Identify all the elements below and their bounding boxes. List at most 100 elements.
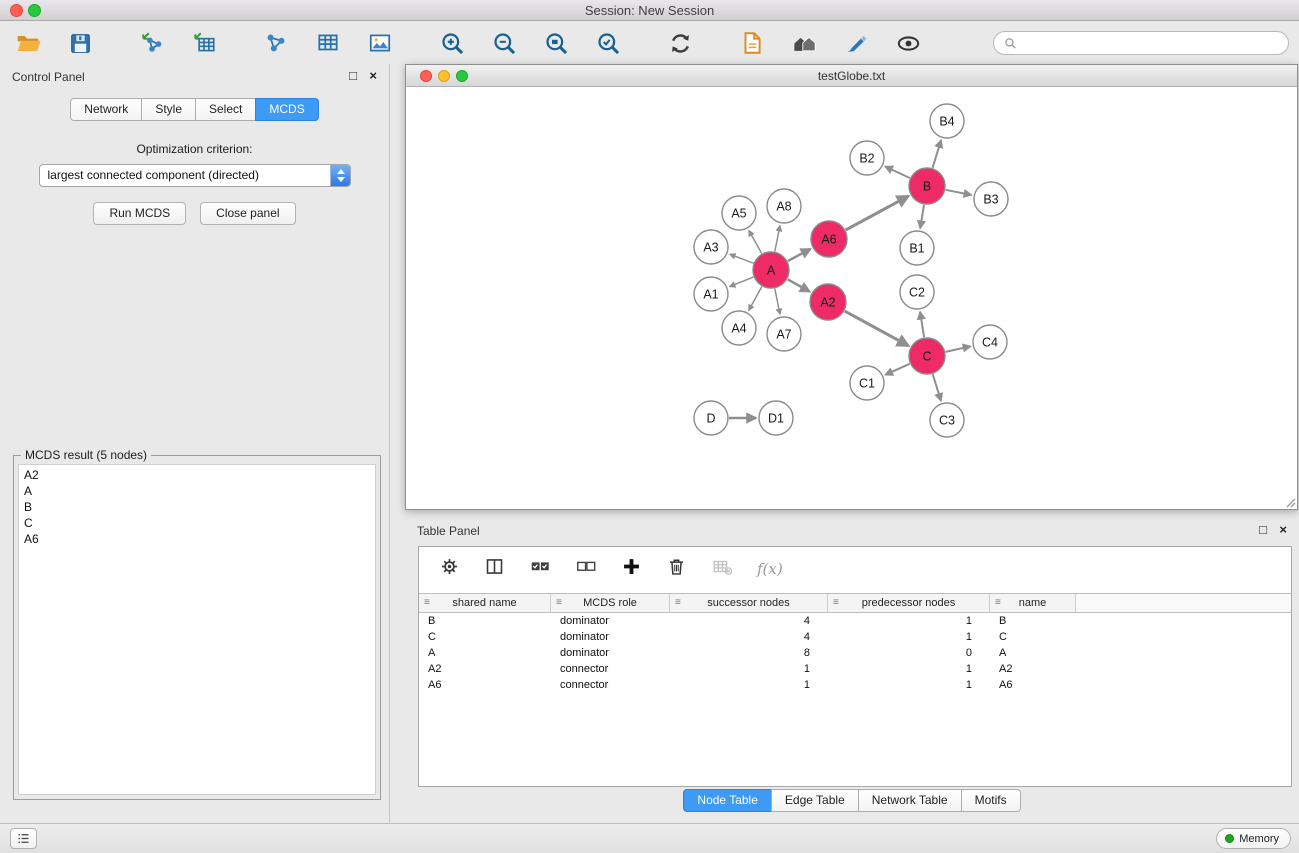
open-document-button[interactable] bbox=[736, 26, 768, 60]
column-header-shared-name[interactable]: ≡shared name bbox=[419, 594, 551, 612]
column-header-predecessor-nodes[interactable]: ≡predecessor nodes bbox=[828, 594, 990, 612]
table-tab-motifs[interactable]: Motifs bbox=[961, 789, 1021, 812]
edge-B-B3[interactable] bbox=[946, 190, 972, 195]
node-A4[interactable]: A4 bbox=[722, 311, 756, 345]
cell-predecessor-nodes[interactable]: 1 bbox=[828, 631, 990, 643]
network-close-icon[interactable] bbox=[420, 70, 432, 82]
new-network-button[interactable] bbox=[260, 26, 292, 60]
cell-name[interactable]: A bbox=[990, 647, 1076, 659]
edge-A6-B[interactable] bbox=[846, 196, 909, 230]
close-table-panel-icon[interactable]: × bbox=[1279, 523, 1287, 537]
cell-successor-nodes[interactable]: 4 bbox=[670, 631, 828, 643]
cell-mcds-role[interactable]: dominator bbox=[551, 615, 670, 627]
node-B1[interactable]: B1 bbox=[900, 231, 934, 265]
mcds-result-list[interactable]: A2ABCA6 bbox=[18, 464, 376, 795]
edge-A-A4[interactable] bbox=[749, 287, 762, 311]
node-C1[interactable]: C1 bbox=[850, 366, 884, 400]
cell-successor-nodes[interactable]: 8 bbox=[670, 647, 828, 659]
cell-shared-name[interactable]: A6 bbox=[419, 679, 551, 691]
cell-predecessor-nodes[interactable]: 0 bbox=[828, 647, 990, 659]
save-session-button[interactable] bbox=[64, 26, 96, 60]
result-item-a2[interactable]: A2 bbox=[24, 467, 370, 483]
edge-A-A2[interactable] bbox=[788, 279, 810, 291]
home-view-button[interactable] bbox=[788, 26, 820, 60]
result-item-c[interactable]: C bbox=[24, 515, 370, 531]
cell-mcds-role[interactable]: connector bbox=[551, 663, 670, 675]
resize-grip-icon[interactable] bbox=[1285, 497, 1296, 508]
close-window-button[interactable] bbox=[10, 4, 23, 17]
node-C4[interactable]: C4 bbox=[973, 325, 1007, 359]
result-item-a6[interactable]: A6 bbox=[24, 531, 370, 547]
node-D1[interactable]: D1 bbox=[759, 401, 793, 435]
task-history-button[interactable] bbox=[10, 828, 37, 849]
table-row[interactable]: Bdominator41B bbox=[419, 613, 1291, 629]
close-panel-icon[interactable]: × bbox=[369, 69, 377, 83]
cell-name[interactable]: C bbox=[990, 631, 1076, 643]
result-item-b[interactable]: B bbox=[24, 499, 370, 515]
table-settings-button[interactable] bbox=[439, 556, 460, 582]
node-A7[interactable]: A7 bbox=[767, 317, 801, 351]
edge-A-A6[interactable] bbox=[788, 249, 811, 261]
zoom-in-button[interactable] bbox=[436, 26, 468, 60]
table-tab-network-table[interactable]: Network Table bbox=[858, 789, 962, 812]
edge-A2-C[interactable] bbox=[845, 311, 909, 346]
table-row[interactable]: A6connector11A6 bbox=[419, 677, 1291, 693]
memory-button[interactable]: Memory bbox=[1216, 828, 1291, 849]
search-input[interactable] bbox=[1023, 35, 1278, 51]
cell-successor-nodes[interactable]: 1 bbox=[670, 679, 828, 691]
edge-B-B2[interactable] bbox=[885, 167, 910, 179]
cell-predecessor-nodes[interactable]: 1 bbox=[828, 679, 990, 691]
import-network-button[interactable] bbox=[136, 26, 168, 60]
node-A1[interactable]: A1 bbox=[694, 277, 728, 311]
tab-style[interactable]: Style bbox=[141, 98, 196, 121]
edge-A-A8[interactable] bbox=[775, 226, 780, 252]
edge-B-B1[interactable] bbox=[920, 205, 924, 229]
cell-successor-nodes[interactable]: 4 bbox=[670, 615, 828, 627]
optimization-dropdown[interactable]: largest connected component (directed) bbox=[39, 164, 351, 187]
edge-A-A5[interactable] bbox=[749, 230, 762, 253]
result-item-a[interactable]: A bbox=[24, 483, 370, 499]
column-header-successor-nodes[interactable]: ≡successor nodes bbox=[670, 594, 828, 612]
node-A[interactable]: A bbox=[753, 252, 789, 288]
node-B2[interactable]: B2 bbox=[850, 141, 884, 175]
table-row[interactable]: A2connector11A2 bbox=[419, 661, 1291, 677]
float-panel-icon[interactable]: □ bbox=[349, 69, 357, 83]
cell-shared-name[interactable]: A2 bbox=[419, 663, 551, 675]
unselect-all-button[interactable] bbox=[575, 556, 597, 583]
close-panel-button[interactable]: Close panel bbox=[200, 202, 295, 225]
edge-B-B4[interactable] bbox=[933, 140, 942, 168]
node-C[interactable]: C bbox=[909, 338, 945, 374]
column-header-mcds-role[interactable]: ≡MCDS role bbox=[551, 594, 670, 612]
new-table-button[interactable] bbox=[312, 26, 344, 60]
select-all-button[interactable] bbox=[529, 556, 551, 583]
node-A3[interactable]: A3 bbox=[694, 230, 728, 264]
network-graph[interactable]: B4B2BB3A5A8A6A3B1AC2A1A2A4A7C4CC1C3DD1 bbox=[406, 88, 1297, 509]
node-A5[interactable]: A5 bbox=[722, 196, 756, 230]
cell-mcds-role[interactable]: dominator bbox=[551, 631, 670, 643]
cell-shared-name[interactable]: C bbox=[419, 631, 551, 643]
zoom-fit-button[interactable] bbox=[540, 26, 572, 60]
edge-C-C4[interactable] bbox=[946, 346, 971, 352]
tab-select[interactable]: Select bbox=[195, 98, 256, 121]
zoom-out-button[interactable] bbox=[488, 26, 520, 60]
table-tab-node-table[interactable]: Node Table bbox=[683, 789, 772, 812]
node-D[interactable]: D bbox=[694, 401, 728, 435]
cell-shared-name[interactable]: A bbox=[419, 647, 551, 659]
search-box[interactable] bbox=[993, 31, 1289, 55]
tab-network[interactable]: Network bbox=[70, 98, 142, 121]
show-hide-button[interactable] bbox=[892, 26, 924, 60]
cell-mcds-role[interactable]: connector bbox=[551, 679, 670, 691]
table-row[interactable]: Adominator80A bbox=[419, 645, 1291, 661]
edge-C-C1[interactable] bbox=[885, 364, 910, 375]
open-session-button[interactable] bbox=[12, 26, 44, 60]
column-header-name[interactable]: ≡name bbox=[990, 594, 1076, 612]
tab-mcds[interactable]: MCDS bbox=[255, 98, 318, 121]
node-A2[interactable]: A2 bbox=[810, 284, 846, 320]
zoom-window-button[interactable] bbox=[28, 4, 41, 17]
import-table-button[interactable] bbox=[188, 26, 220, 60]
cell-shared-name[interactable]: B bbox=[419, 615, 551, 627]
table-row[interactable]: Cdominator41C bbox=[419, 629, 1291, 645]
run-mcds-button[interactable]: Run MCDS bbox=[93, 202, 186, 225]
network-zoom-icon[interactable] bbox=[456, 70, 468, 82]
dropdown-stepper-icon[interactable] bbox=[330, 165, 350, 186]
